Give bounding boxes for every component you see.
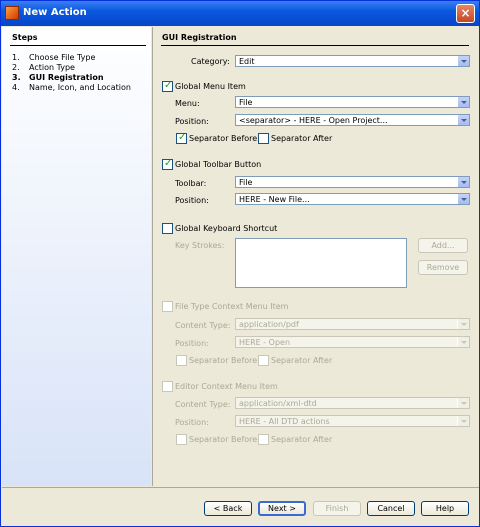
toolbar-label: Toolbar: [175, 179, 207, 188]
help-button[interactable]: Help [421, 501, 469, 516]
file-type-position-select[interactable]: HERE - Open [235, 336, 470, 348]
steps-list: 1. Choose File Type 2. Action Type 3. GUI R… [12, 53, 131, 93]
step-number: 2. [12, 63, 20, 72]
finish-button[interactable]: Finish [313, 501, 361, 516]
global-keyboard-shortcut-checkbox[interactable] [162, 223, 173, 234]
file-type-position-label: Position: [175, 339, 209, 348]
global-toolbar-button-checkbox[interactable] [162, 158, 173, 170]
file-type-position-value: HERE - Open [239, 338, 291, 347]
editor-context-menu-checkbox[interactable] [162, 381, 173, 392]
toolbar-position-select[interactable]: HERE - New File... [235, 193, 470, 205]
editor-context-menu-label: Editor Context Menu Item [175, 382, 278, 391]
toolbar-position-value: HERE - New File... [239, 195, 310, 204]
file-type-separator-before-label: Separator Before [189, 356, 258, 365]
file-type-content-type-value: application/pdf [239, 320, 299, 329]
close-button[interactable]: × [456, 4, 475, 23]
add-keystroke-button[interactable]: Add... [418, 238, 468, 253]
global-keyboard-shortcut-label: Global Keyboard Shortcut [175, 224, 278, 233]
chevron-down-icon [457, 97, 469, 107]
menu-separator-before-checkbox[interactable] [176, 132, 187, 144]
global-toolbar-button-label: Global Toolbar Button [175, 160, 262, 169]
file-type-content-type-label: Content Type: [175, 321, 231, 330]
file-type-context-menu-label: File Type Context Menu Item [175, 302, 289, 311]
step-item: 1. Choose File Type [12, 53, 131, 63]
category-label: Category: [191, 57, 230, 66]
cancel-button[interactable]: Cancel [367, 501, 415, 516]
menu-position-value: <separator> - HERE - Open Project... [239, 116, 388, 125]
menu-position-select[interactable]: <separator> - HERE - Open Project... [235, 114, 470, 126]
menu-label: Menu: [175, 99, 200, 108]
editor-content-type-value: application/xml-dtd [239, 399, 317, 408]
panel-divider-line [161, 45, 469, 46]
editor-separator-before-checkbox[interactable] [176, 434, 187, 445]
editor-position-select[interactable]: HERE - All DTD actions [235, 415, 470, 427]
step-label: Name, Icon, and Location [29, 83, 131, 92]
file-type-context-menu-checkbox[interactable] [162, 301, 173, 312]
toolbar-position-label: Position: [175, 196, 209, 205]
app-icon [5, 6, 19, 20]
step-number: 4. [12, 83, 20, 92]
step-label: Choose File Type [29, 53, 96, 62]
chevron-down-icon [457, 115, 469, 125]
chevron-down-icon [457, 177, 469, 187]
editor-position-label: Position: [175, 418, 209, 427]
menu-separator-before-label: Separator Before [189, 134, 258, 143]
category-value: Edit [239, 57, 255, 66]
steps-panel: Steps 1. Choose File Type 2. Action Type 3… [2, 27, 151, 486]
editor-separator-before-label: Separator Before [189, 435, 258, 444]
chevron-down-icon [457, 319, 469, 329]
file-type-separator-after-checkbox[interactable] [258, 355, 269, 366]
back-button[interactable]: < Back [204, 501, 252, 516]
gui-registration-panel: GUI Registration Category: Edit Global M… [153, 27, 479, 486]
menu-separator-after-checkbox[interactable] [258, 133, 269, 144]
category-select[interactable]: Edit [235, 55, 470, 67]
key-strokes-label: Key Strokes: [175, 241, 225, 250]
menu-value: File [239, 98, 253, 107]
footer-divider [2, 487, 479, 488]
chevron-down-icon [457, 194, 469, 204]
step-number: 3. [12, 73, 21, 82]
window-title: New Action [23, 7, 87, 18]
toolbar-value: File [239, 178, 253, 187]
global-menu-item-checkbox[interactable] [162, 80, 173, 92]
step-item: 4. Name, Icon, and Location [12, 83, 131, 93]
chevron-down-icon [457, 337, 469, 347]
menu-select[interactable]: File [235, 96, 470, 108]
step-label: GUI Registration [29, 73, 104, 82]
menu-position-label: Position: [175, 117, 209, 126]
editor-position-value: HERE - All DTD actions [239, 417, 330, 426]
new-action-dialog: New Action × Steps 1. Choose File Type 2.… [0, 0, 480, 527]
file-type-separator-after-label: Separator After [271, 356, 333, 365]
steps-header: Steps [12, 33, 38, 42]
steps-divider [10, 45, 146, 46]
key-strokes-list[interactable] [235, 238, 407, 288]
toolbar-select[interactable]: File [235, 176, 470, 188]
chevron-down-icon [457, 56, 469, 66]
editor-separator-after-checkbox[interactable] [258, 434, 269, 445]
title-bar[interactable]: New Action × [1, 1, 479, 26]
file-type-separator-before-checkbox[interactable] [176, 355, 187, 366]
step-item: 2. Action Type [12, 63, 131, 73]
chevron-down-icon [457, 398, 469, 408]
panel-header: GUI Registration [162, 33, 237, 42]
editor-content-type-select[interactable]: application/xml-dtd [235, 397, 470, 409]
step-item-current: 3. GUI Registration [12, 73, 131, 83]
chevron-down-icon [457, 416, 469, 426]
remove-keystroke-button[interactable]: Remove [418, 260, 468, 275]
file-type-content-type-select[interactable]: application/pdf [235, 318, 470, 330]
editor-separator-after-label: Separator After [271, 435, 333, 444]
global-menu-item-label: Global Menu Item [175, 82, 246, 91]
next-button[interactable]: Next > [258, 501, 306, 516]
step-number: 1. [12, 53, 20, 62]
step-label: Action Type [29, 63, 75, 72]
editor-content-type-label: Content Type: [175, 400, 231, 409]
menu-separator-after-label: Separator After [271, 134, 333, 143]
